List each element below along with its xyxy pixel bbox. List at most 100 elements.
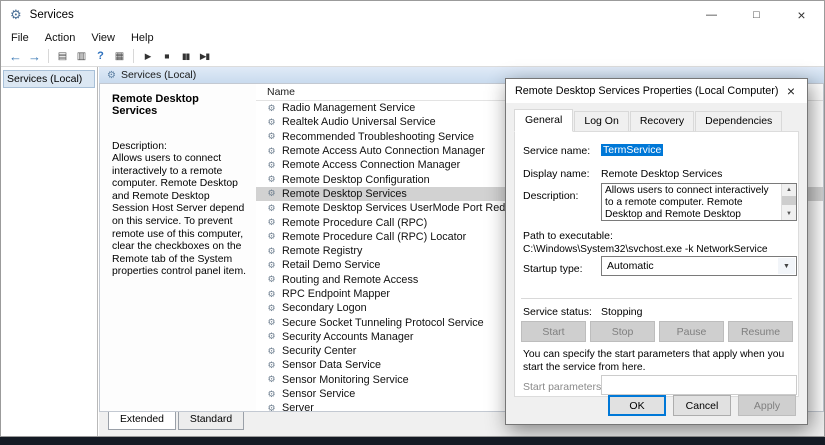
service-gear-icon: ⚙ [266,217,277,228]
start-service-icon[interactable]: ▶ [138,47,157,65]
console-tree: Services (Local) [1,67,98,436]
dialog-tab[interactable]: Log On [574,111,628,132]
window-controls: — □ × [689,1,824,29]
cancel-button[interactable]: Cancel [673,395,731,416]
apply-button[interactable]: Apply [738,395,796,416]
chevron-down-icon[interactable]: ▼ [778,258,795,274]
close-button[interactable]: × [779,1,824,29]
service-gear-icon: ⚙ [266,146,277,157]
back-icon[interactable]: ← [6,47,25,65]
service-name-label: Routing and Remote Access [282,274,418,286]
tree-item-services-local[interactable]: Services (Local) [3,70,95,88]
startup-type-label: Startup type: [523,263,583,275]
separator [521,298,792,299]
forward-icon[interactable]: → [25,47,44,65]
menu-item[interactable]: File [3,30,37,46]
service-name-label: Remote Desktop Services [282,188,407,200]
taskbar-strip [0,437,825,445]
main-header-title: Services (Local) [121,69,196,81]
service-gear-icon: ⚙ [266,374,277,385]
service-status-label: Service status: [523,306,592,318]
services-app-icon: ⚙ [10,7,22,23]
service-name-label: Remote Procedure Call (RPC) [282,217,427,229]
service-name-label: Remote Access Connection Manager [282,159,460,171]
scroll-down-icon[interactable]: ▼ [782,208,796,220]
description-text: Allows users to connect interactively to… [112,153,246,279]
service-name-label: Remote Desktop Services UserMode Port Re… [282,202,535,214]
display-name-value: Remote Desktop Services [601,168,722,180]
toolbar-separator [48,49,49,63]
service-gear-icon: ⚙ [266,289,277,300]
resume-button[interactable]: Resume [728,321,793,342]
scroll-up-icon[interactable]: ▲ [782,184,796,196]
menubar: FileActionViewHelp [1,29,824,46]
menu-item[interactable]: Action [37,30,84,46]
pause-service-icon[interactable]: ▮▮ [176,47,195,65]
service-gear-icon: ⚙ [266,317,277,328]
export-list-icon[interactable]: ▥ [72,47,91,65]
service-name-label: Remote Desktop Configuration [282,174,430,186]
dialog-tab[interactable]: Recovery [630,111,694,132]
help-icon[interactable]: ? [91,47,110,65]
service-gear-icon: ⚙ [266,131,277,142]
service-gear-icon: ⚙ [266,246,277,257]
description-scrollbar[interactable]: ▲ ▼ [781,184,796,220]
service-name-label: Radio Management Service [282,102,415,114]
service-gear-icon: ⚙ [266,174,277,185]
ok-button[interactable]: OK [608,395,666,416]
minimize-button[interactable]: — [689,1,734,29]
service-gear-icon: ⚙ [266,274,277,285]
restart-service-icon[interactable]: ▶▮ [195,47,214,65]
general-tab-page: Service name: TermService Display name: … [514,131,799,397]
path-value: C:\Windows\System32\svchost.exe -k Netwo… [523,244,768,255]
startup-type-dropdown[interactable]: Automatic ▼ [601,256,797,276]
description-pane: Remote Desktop Services Description: All… [100,84,256,411]
menu-item[interactable]: View [83,30,123,46]
start-parameters-input[interactable] [601,375,797,395]
start-parameters-label: Start parameters: [523,381,604,393]
scrollbar-thumb[interactable] [782,196,796,205]
window-title: Services [30,9,74,21]
service-name-label: Retail Demo Service [282,259,380,271]
screen: ⚙ Services — □ × FileActionViewHelp ← → … [0,0,825,445]
service-gear-icon: ⚙ [266,188,277,199]
view-tab[interactable]: Standard [178,412,244,430]
service-gear-icon: ⚙ [266,160,277,171]
service-gear-icon: ⚙ [266,203,277,214]
description-textarea[interactable]: Allows users to connect interactively to… [601,183,797,221]
service-name-label: Remote Access Auto Connection Manager [282,145,485,157]
service-gear-icon: ⚙ [266,403,277,411]
description-value: Allows users to connect interactively to… [605,185,779,221]
show-console-tree-icon[interactable]: ▤ [53,47,72,65]
display-name-label: Display name: [523,168,590,180]
dialog-footer: OK Cancel Apply [608,395,796,416]
toolbar: ← → ▤ ▥ ? ▦ ▶ ■ ▮▮ ▶▮ [1,46,824,67]
service-gear-icon: ⚙ [266,346,277,357]
service-name-label: Remote Procedure Call (RPC) Locator [282,231,466,243]
service-name-label: Remote Registry [282,245,362,257]
service-name-label: RPC Endpoint Mapper [282,288,390,300]
service-status-value: Stopping [601,306,642,318]
dialog-tab[interactable]: General [514,109,573,132]
service-name-label: Realtek Audio Universal Service [282,116,436,128]
services-header-icon: ⚙ [107,70,116,81]
dialog-tab[interactable]: Dependencies [695,111,782,132]
dialog-close-icon[interactable]: × [775,79,807,103]
dialog-titlebar: Remote Desktop Services Properties (Loca… [506,79,807,103]
menu-item[interactable]: Help [123,30,162,46]
properties-dialog: Remote Desktop Services Properties (Loca… [505,78,808,425]
stop-service-icon[interactable]: ■ [157,47,176,65]
view-tab[interactable]: Extended [108,412,176,430]
selected-service-title: Remote Desktop Services [112,93,244,117]
dialog-tabs: GeneralLog OnRecoveryDependencies [506,103,807,132]
maximize-button[interactable]: □ [734,1,779,29]
stop-button[interactable]: Stop [590,321,655,342]
startup-type-value: Automatic [607,260,654,272]
service-name-label: Security Accounts Manager [282,331,413,343]
service-gear-icon: ⚙ [266,103,277,114]
start-parameters-hint: You can specify the start parameters tha… [523,349,795,374]
properties-icon[interactable]: ▦ [110,47,129,65]
start-button[interactable]: Start [521,321,586,342]
service-name-label: Sensor Monitoring Service [282,374,409,386]
pause-button[interactable]: Pause [659,321,724,342]
